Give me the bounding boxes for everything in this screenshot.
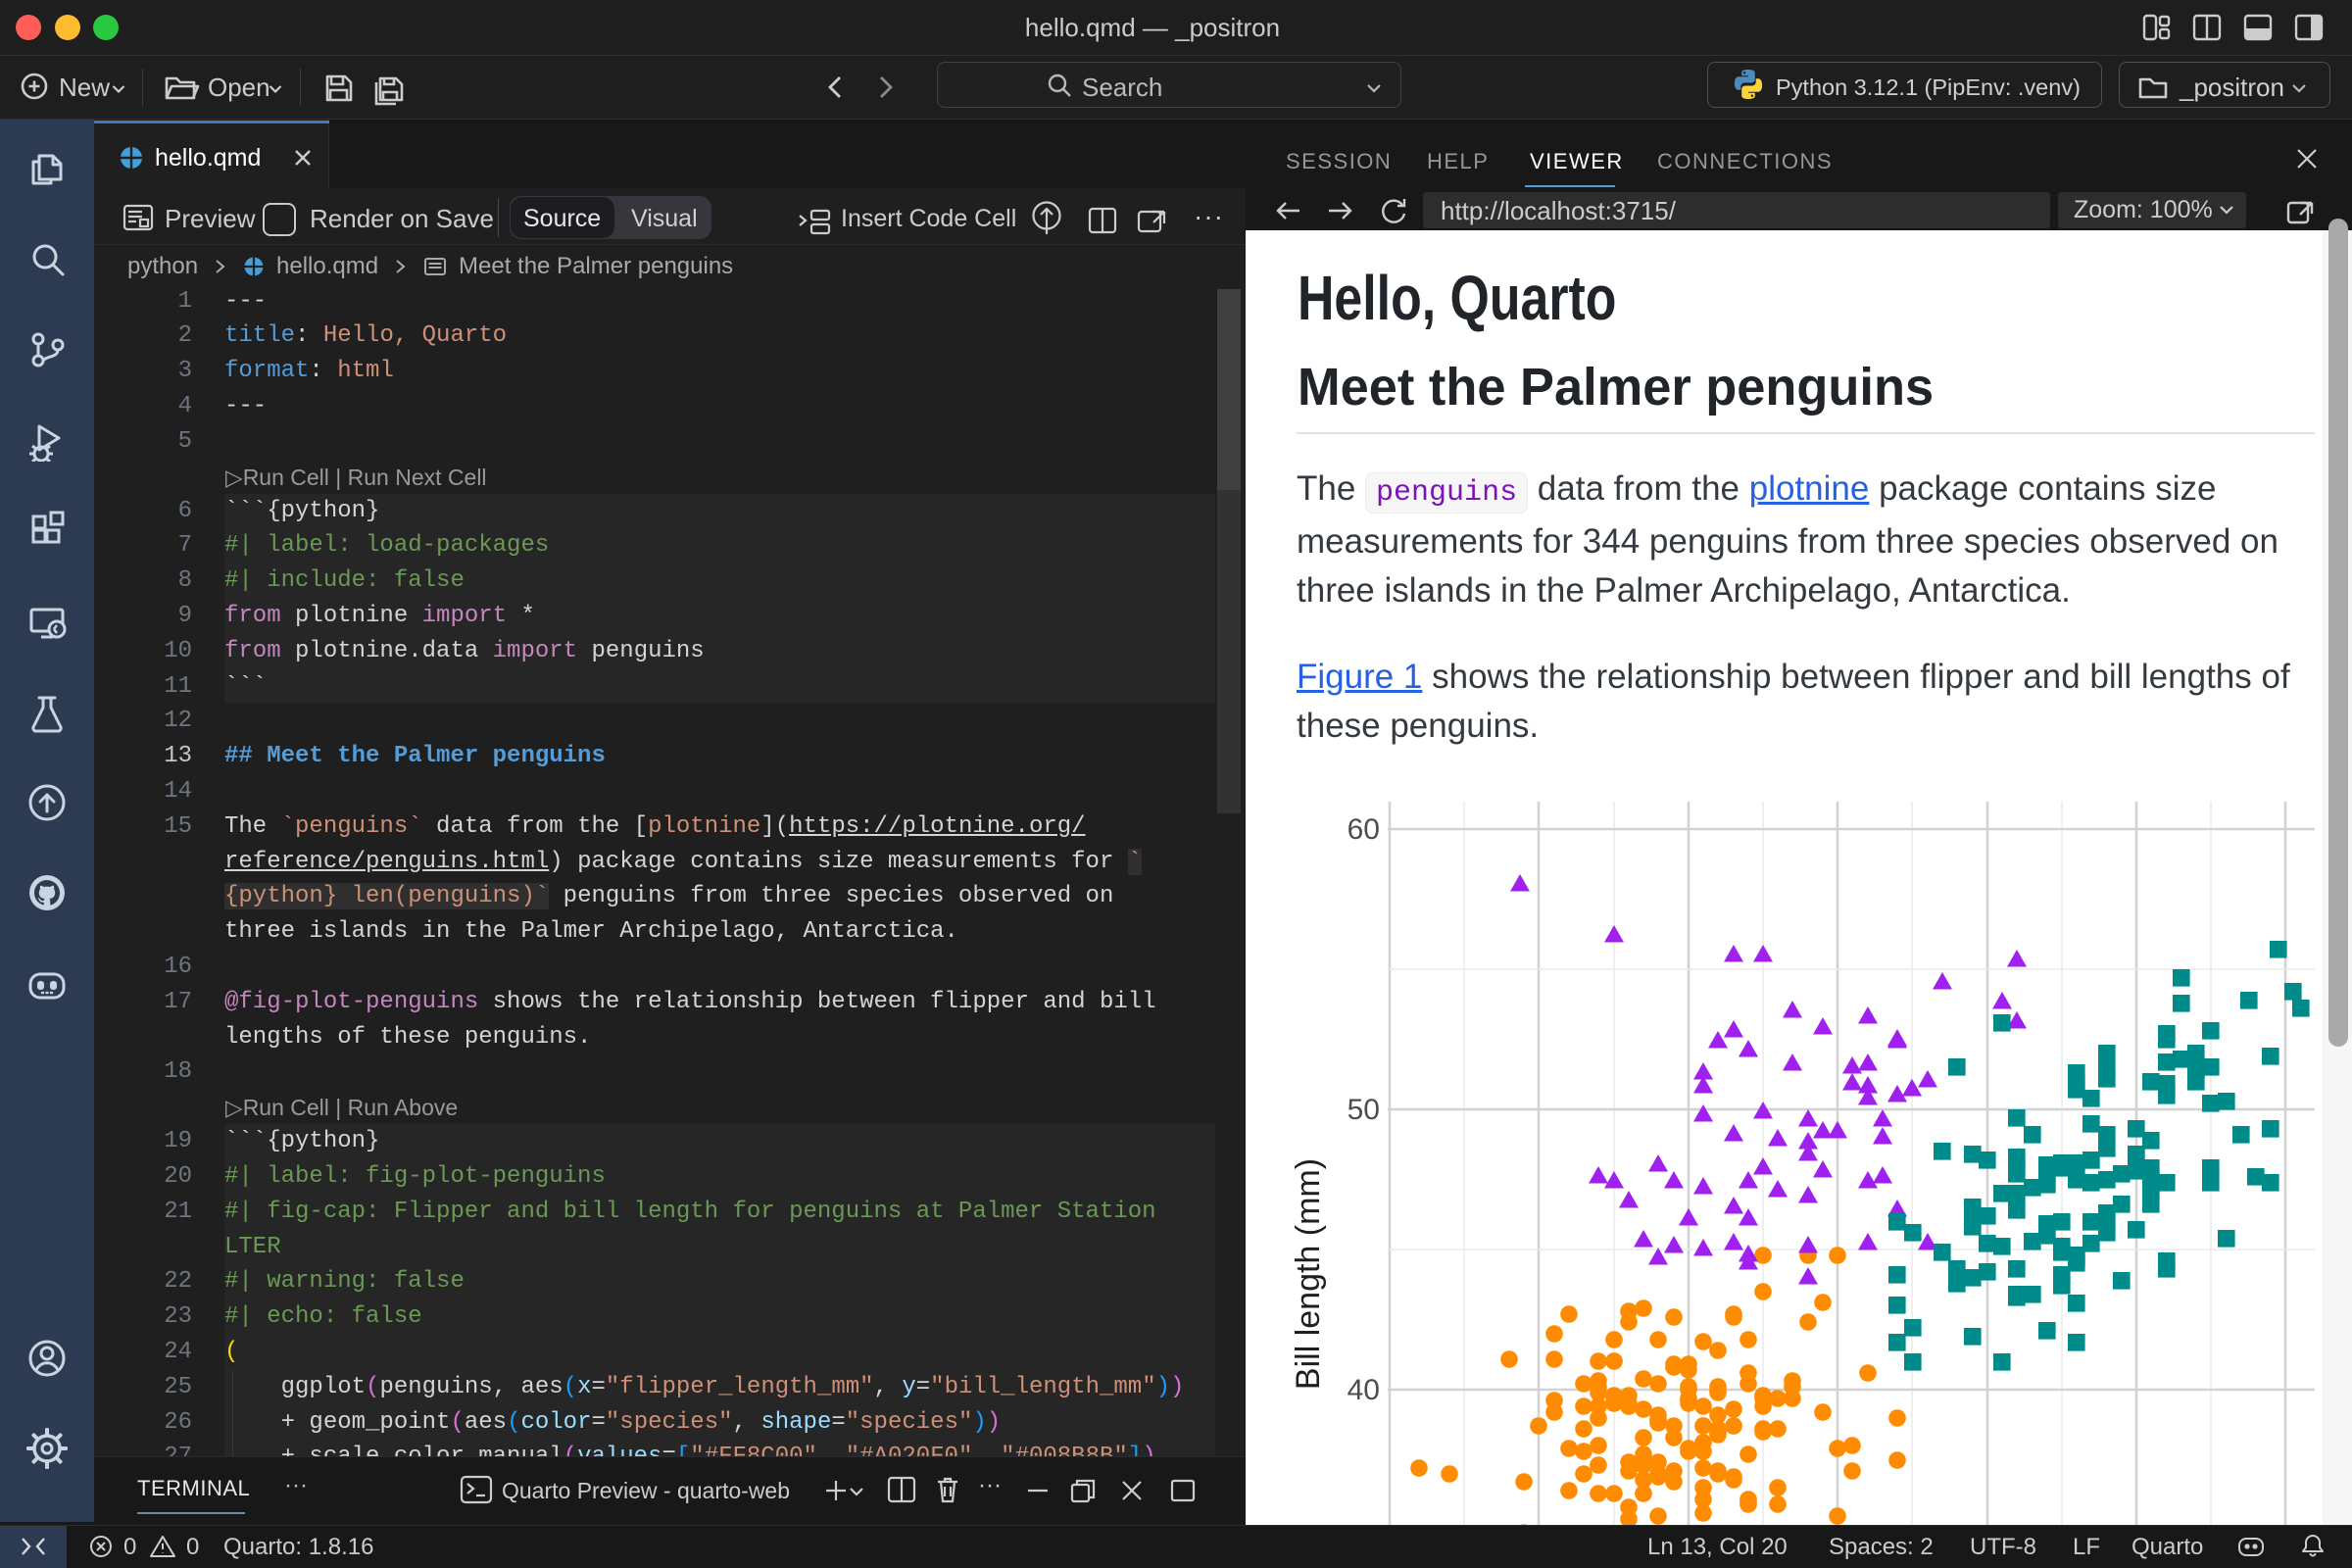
svg-text:Bill length (mm): Bill length (mm)	[1290, 1158, 1327, 1390]
svg-text:60: 60	[1348, 813, 1380, 846]
svg-text:50: 50	[1348, 1094, 1380, 1126]
svg-text:40: 40	[1348, 1374, 1380, 1406]
